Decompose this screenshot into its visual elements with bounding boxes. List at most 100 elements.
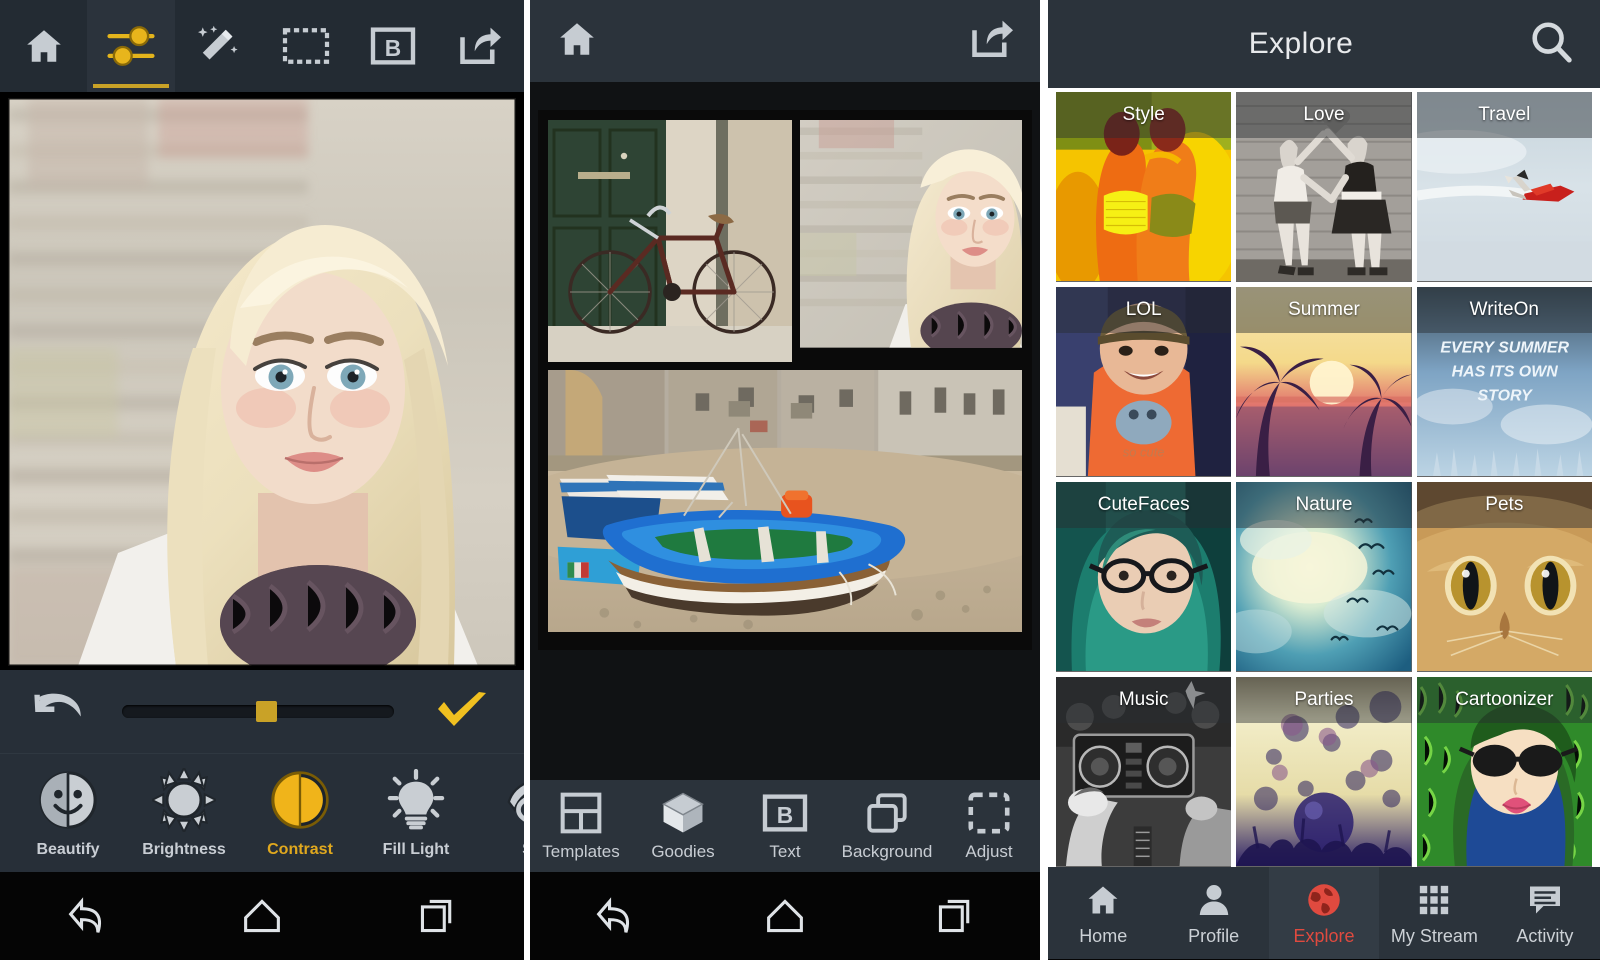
collage-tool-templates[interactable]: Templates bbox=[530, 790, 632, 862]
undo-arrow-icon bbox=[34, 693, 81, 717]
collage-cell-bicycle[interactable] bbox=[548, 120, 792, 362]
back-arrow-icon bbox=[596, 897, 629, 933]
explore-tile-lol[interactable]: so cute LOL bbox=[1056, 287, 1232, 477]
explore-tile-writeon[interactable]: EVERY SUMMER HAS ITS OWN STORY WriteOn bbox=[1416, 287, 1592, 477]
layers-icon bbox=[864, 790, 910, 836]
android-recents-button[interactable] bbox=[920, 893, 990, 939]
explore-tile-pets[interactable]: Pets bbox=[1416, 482, 1592, 672]
collage-home-button[interactable] bbox=[554, 18, 600, 65]
slider-thumb[interactable] bbox=[256, 701, 278, 722]
tile-label: Summer bbox=[1236, 287, 1412, 333]
confirm-button[interactable] bbox=[426, 690, 498, 734]
tool-label: Adjust bbox=[965, 842, 1013, 861]
filter-beautify[interactable]: Beautify bbox=[10, 768, 126, 859]
tab-my-stream[interactable]: My Stream bbox=[1379, 867, 1489, 959]
tab-label: Home bbox=[1079, 926, 1128, 946]
tile-label: Love bbox=[1236, 92, 1412, 138]
explore-tile-nature[interactable]: Nature bbox=[1236, 482, 1412, 672]
collage-topbar bbox=[530, 0, 1040, 82]
editor-tool-share[interactable] bbox=[437, 0, 524, 92]
tile-label: Nature bbox=[1236, 482, 1412, 528]
tile-label: Pets bbox=[1416, 482, 1592, 528]
tab-profile[interactable]: Profile bbox=[1158, 867, 1268, 959]
sun-icon bbox=[152, 767, 216, 832]
collage-tool-goodies[interactable]: Goodies bbox=[632, 790, 734, 862]
filter-label: Brightness bbox=[142, 840, 226, 858]
android-back-button[interactable] bbox=[580, 893, 650, 939]
tool-label: Text bbox=[769, 842, 801, 861]
recents-icon bbox=[420, 899, 451, 933]
contrast-circle-icon bbox=[269, 768, 331, 832]
svg-text:B: B bbox=[777, 802, 793, 828]
explore-tabbar: Home Profile Explore My Stream Activity bbox=[1048, 867, 1600, 959]
tab-home[interactable]: Home bbox=[1048, 867, 1158, 959]
tool-label: Templates bbox=[542, 842, 620, 861]
text-b-icon: B bbox=[370, 27, 416, 65]
filter-saturation[interactable]: Sc bbox=[474, 768, 524, 859]
explore-tile-style[interactable]: Style bbox=[1056, 92, 1232, 282]
tool-label: Goodies bbox=[651, 842, 715, 861]
collage-cell-boats[interactable] bbox=[548, 370, 1022, 640]
filter-brightness[interactable]: Brightness bbox=[126, 767, 242, 859]
tab-label: My Stream bbox=[1390, 926, 1478, 946]
text-b-icon: B bbox=[761, 790, 809, 836]
globe-icon bbox=[1306, 879, 1342, 921]
collage-canvas[interactable] bbox=[530, 82, 1040, 780]
editor-filter-strip[interactable]: Beautify Brightness Contrast Fill Light bbox=[0, 754, 524, 872]
phone-collage: Templates Goodies B Text Background Adju… bbox=[530, 0, 1040, 960]
filter-contrast[interactable]: Contrast bbox=[242, 768, 358, 859]
explore-grid[interactable]: Style Love Travel so cute LOL Summer EVE… bbox=[1048, 88, 1600, 867]
home-icon bbox=[560, 22, 594, 55]
svg-text:EVERY SUMMER: EVERY SUMMER bbox=[1440, 340, 1569, 357]
filter-fill-light[interactable]: Fill Light bbox=[358, 768, 474, 859]
svg-text:B: B bbox=[385, 35, 401, 61]
collage-tool-background[interactable]: Background bbox=[836, 790, 938, 862]
explore-tile-travel[interactable]: Travel bbox=[1416, 92, 1592, 282]
adjustment-slider[interactable] bbox=[122, 701, 394, 722]
tile-label: Cartoonizer bbox=[1416, 677, 1592, 723]
explore-tile-parties[interactable]: Parties bbox=[1236, 677, 1412, 867]
collage-frame[interactable] bbox=[538, 110, 1032, 650]
explore-tile-summer[interactable]: Summer bbox=[1236, 287, 1412, 477]
search-button[interactable] bbox=[1528, 19, 1574, 70]
editor-tool-adjust[interactable] bbox=[87, 0, 175, 92]
frame-icon bbox=[282, 28, 329, 64]
android-home-button[interactable] bbox=[227, 893, 297, 939]
android-navbar bbox=[0, 872, 524, 960]
editor-tool-effects[interactable] bbox=[175, 0, 262, 92]
editor-tool-frames[interactable] bbox=[262, 0, 349, 92]
lightbulb-icon bbox=[387, 768, 445, 832]
explore-tile-cutefaces[interactable]: CuteFaces bbox=[1056, 482, 1232, 672]
undo-button[interactable] bbox=[26, 692, 90, 732]
page-title: Explore bbox=[1248, 27, 1354, 60]
tab-activity[interactable]: Activity bbox=[1490, 867, 1600, 959]
collage-tool-text[interactable]: B Text bbox=[734, 790, 836, 862]
explore-tile-music[interactable]: Music bbox=[1056, 677, 1232, 867]
back-arrow-icon bbox=[68, 897, 102, 933]
adjust-sliders-icon bbox=[107, 26, 155, 66]
explore-tile-cartoonizer[interactable]: Cartoonizer bbox=[1416, 677, 1592, 867]
crop-dashed-icon bbox=[966, 790, 1012, 836]
android-navbar bbox=[530, 872, 1040, 960]
svg-text:so cute: so cute bbox=[1123, 444, 1165, 459]
person-icon bbox=[1196, 879, 1232, 921]
grid-template-icon bbox=[559, 790, 603, 836]
share-icon bbox=[460, 27, 502, 65]
editor-photo-canvas[interactable] bbox=[0, 92, 524, 670]
chat-bubble-icon bbox=[1527, 879, 1563, 921]
tab-explore[interactable]: Explore bbox=[1268, 867, 1380, 959]
android-home-button[interactable] bbox=[750, 893, 820, 939]
editor-tool-text[interactable]: B bbox=[349, 0, 436, 92]
collage-share-button[interactable] bbox=[968, 18, 1016, 65]
collage-tool-adjust[interactable]: Adjust bbox=[938, 790, 1040, 862]
editor-tool-home[interactable] bbox=[0, 0, 87, 92]
android-back-button[interactable] bbox=[52, 893, 122, 939]
tile-label: Parties bbox=[1236, 677, 1412, 723]
home-outline-icon bbox=[244, 899, 280, 933]
explore-tile-love[interactable]: Love bbox=[1236, 92, 1412, 282]
home-outline-icon bbox=[767, 899, 803, 933]
editor-controls: Beautify Brightness Contrast Fill Light bbox=[0, 670, 524, 872]
share-icon bbox=[972, 20, 1013, 57]
collage-cell-portrait[interactable] bbox=[800, 120, 1022, 362]
android-recents-button[interactable] bbox=[402, 893, 472, 939]
